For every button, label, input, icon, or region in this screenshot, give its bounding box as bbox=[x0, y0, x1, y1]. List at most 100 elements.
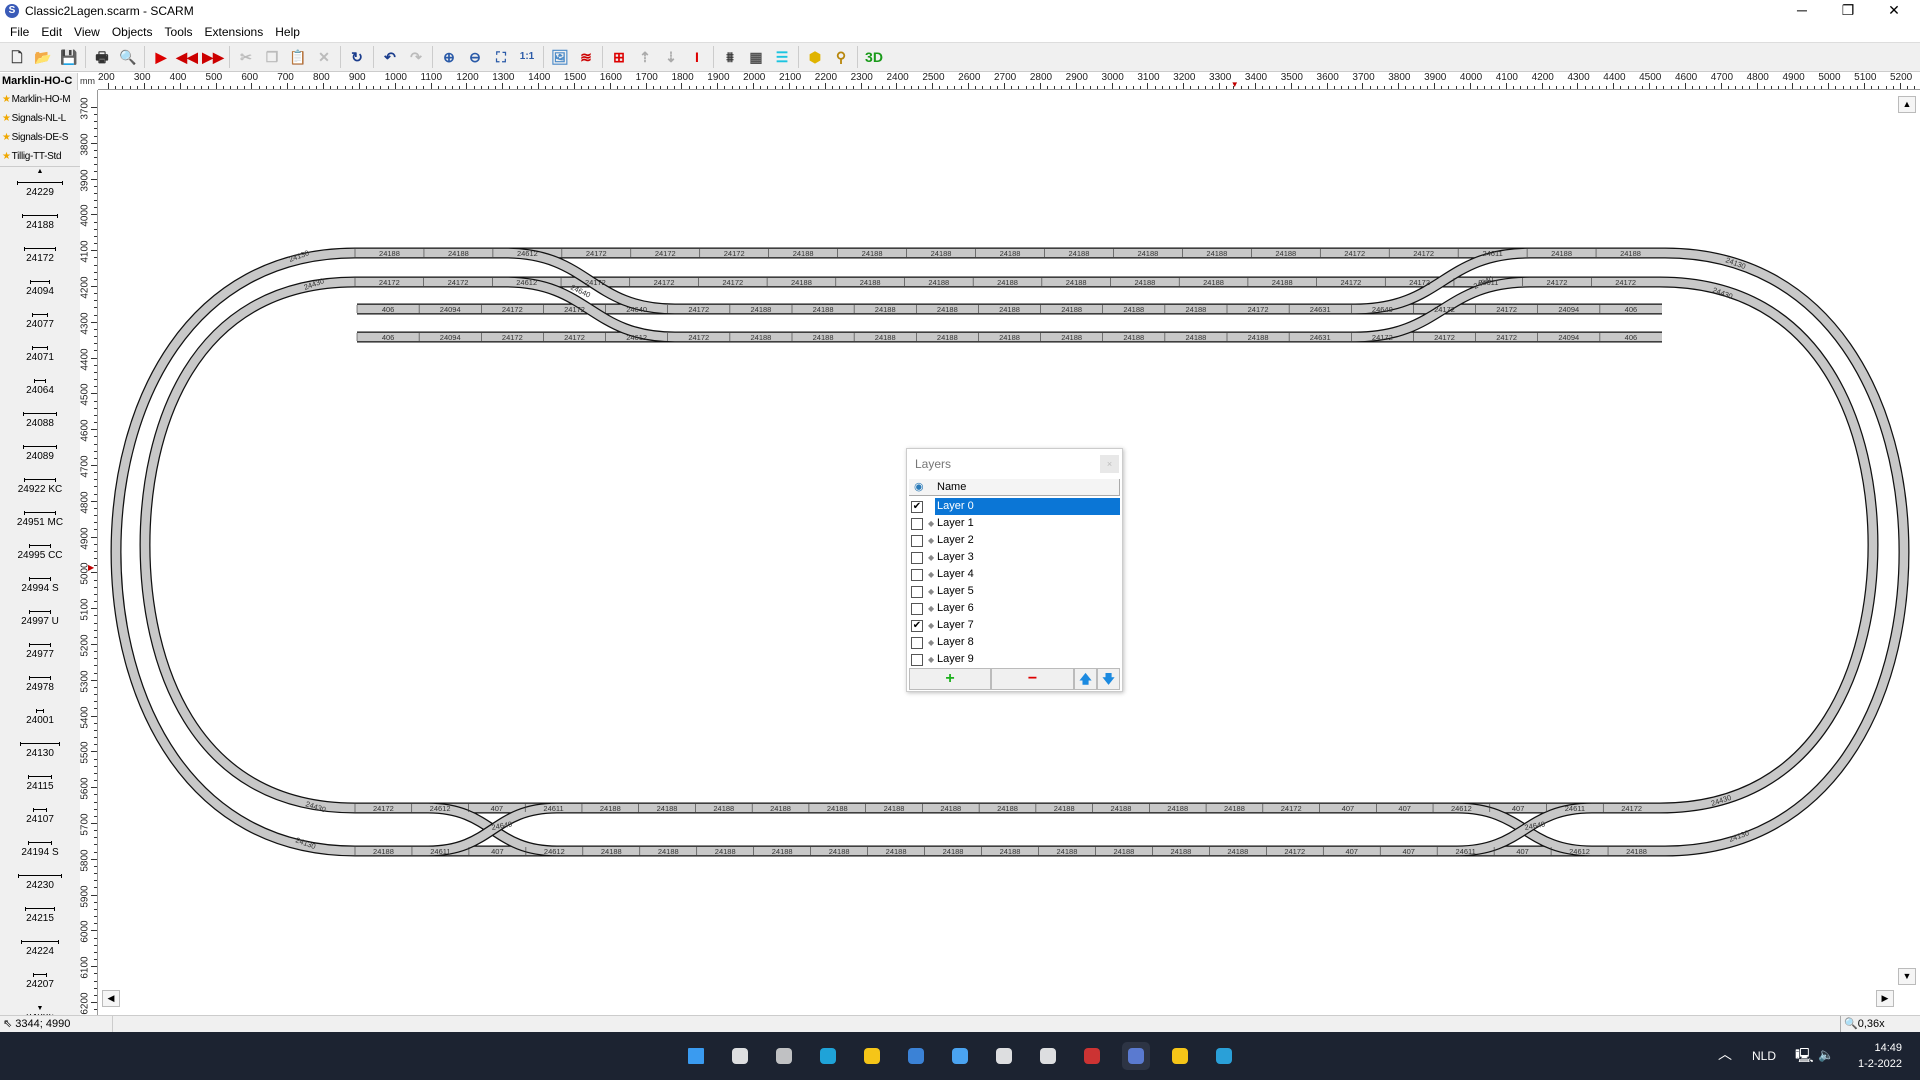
library-track-item[interactable]: 24994 S bbox=[0, 577, 80, 605]
library-track-item[interactable]: 24094 bbox=[0, 280, 80, 308]
layer-row[interactable]: ◆ Layer 3 bbox=[911, 549, 1120, 566]
library-select[interactable]: Marklin-HO-C ▼ bbox=[0, 73, 78, 103]
minimize-button[interactable]: ─ bbox=[1780, 0, 1824, 22]
library-track-item[interactable]: 24107 bbox=[0, 808, 80, 836]
tunnel-button[interactable]: ▦ bbox=[745, 46, 767, 68]
layer-visibility-checkbox[interactable] bbox=[911, 637, 923, 649]
library-track-item[interactable]: 24207 bbox=[0, 973, 80, 1001]
name-column-header[interactable]: Name bbox=[937, 479, 966, 496]
layer-row[interactable]: ◆ Layer 9 bbox=[911, 651, 1120, 668]
library-track-item[interactable]: 24077 bbox=[0, 313, 80, 341]
scroll-left-button[interactable]: ◀ bbox=[102, 990, 120, 1007]
background-image-button[interactable]: 🖼 bbox=[549, 46, 571, 68]
zoom-in-button[interactable]: ⊕ bbox=[438, 46, 460, 68]
rotate-button[interactable]: ↻ bbox=[346, 46, 368, 68]
favorite-library-item[interactable]: ★Tillig-TT-Std bbox=[0, 147, 80, 166]
library-track-item[interactable]: 24188 bbox=[0, 214, 80, 242]
rewind-button[interactable]: ◀◀ bbox=[176, 46, 198, 68]
library-track-item[interactable]: 24130 bbox=[0, 742, 80, 770]
add-layer-button[interactable]: + bbox=[909, 668, 991, 690]
layer-row[interactable]: ◆ Layer 6 bbox=[911, 600, 1120, 617]
favorite-library-item[interactable]: ★Signals-DE-S bbox=[0, 128, 80, 147]
height-up-button[interactable]: ⇡ bbox=[634, 46, 656, 68]
move-layer-up-button[interactable]: 🡅 bbox=[1074, 668, 1097, 690]
print-preview-button[interactable]: 🔍 bbox=[117, 46, 139, 68]
clock-time[interactable]: 14:49 bbox=[1852, 1041, 1902, 1055]
taskbar-search-button[interactable] bbox=[726, 1042, 754, 1070]
zoom-out-button[interactable]: ⊖ bbox=[464, 46, 486, 68]
taskbar-app-bolt-button[interactable] bbox=[1034, 1042, 1062, 1070]
paste-button[interactable]: 📋 bbox=[287, 46, 309, 68]
layers-close-button[interactable]: × bbox=[1100, 455, 1119, 473]
library-track-item[interactable]: 24229 bbox=[0, 181, 80, 209]
library-track-item[interactable]: 24088 bbox=[0, 412, 80, 440]
library-scroll-up-icon[interactable]: ▲ bbox=[0, 166, 80, 176]
layer-visibility-checkbox[interactable] bbox=[911, 603, 923, 615]
delete-button[interactable]: ✕ bbox=[313, 46, 335, 68]
fit-button[interactable]: ⛶ bbox=[490, 46, 512, 68]
taskbar-wdp-button[interactable] bbox=[1078, 1042, 1106, 1070]
print-button[interactable]: 🖶 bbox=[91, 46, 113, 68]
track-color-button[interactable]: ☰ bbox=[771, 46, 793, 68]
scroll-up-button[interactable]: ▲ bbox=[1898, 96, 1916, 113]
library-track-item[interactable]: 24978 bbox=[0, 676, 80, 704]
layer-row[interactable]: ◆ Layer 8 bbox=[911, 634, 1120, 651]
layer-visibility-checkbox[interactable]: ✔ bbox=[911, 620, 923, 632]
library-track-item[interactable]: 24089 bbox=[0, 445, 80, 473]
layers-button[interactable]: ≋ bbox=[575, 46, 597, 68]
library-scroll-down-icon[interactable]: ▼ bbox=[0, 1003, 80, 1014]
language-indicator[interactable]: NLD bbox=[1752, 1049, 1776, 1063]
library-track-item[interactable]: 24977 bbox=[0, 643, 80, 671]
taskbar-globe-button[interactable] bbox=[1210, 1042, 1238, 1070]
taskbar-mail-button[interactable] bbox=[946, 1042, 974, 1070]
favorite-library-item[interactable]: ★Signals-NL-L bbox=[0, 109, 80, 128]
move-layer-down-button[interactable]: 🡇 bbox=[1097, 668, 1120, 690]
library-track-item[interactable]: 24951 MC bbox=[0, 511, 80, 539]
forward-button[interactable]: ▶▶ bbox=[202, 46, 224, 68]
layer-row[interactable]: ✔ ◆ Layer 7 bbox=[911, 617, 1120, 634]
restore-button[interactable]: ❐ bbox=[1826, 0, 1870, 22]
library-track-item[interactable]: 24001 bbox=[0, 709, 80, 737]
library-track-item[interactable]: 24995 CC bbox=[0, 544, 80, 572]
library-track-item[interactable]: 24215 bbox=[0, 907, 80, 935]
remove-layer-button[interactable]: − bbox=[991, 668, 1074, 690]
taskbar-dropbox-button[interactable] bbox=[990, 1042, 1018, 1070]
layer-visibility-checkbox[interactable] bbox=[911, 654, 923, 666]
menu-help[interactable]: Help bbox=[269, 25, 306, 39]
library-track-item[interactable]: 24224 bbox=[0, 940, 80, 968]
library-track-item[interactable]: 24064 bbox=[0, 379, 80, 407]
taskbar-windows-start-button[interactable] bbox=[682, 1042, 710, 1070]
redo-button[interactable]: ↷ bbox=[405, 46, 427, 68]
layer-row[interactable]: ◆ Layer 4 bbox=[911, 566, 1120, 583]
volume-icon[interactable]: 🔈 bbox=[1818, 1048, 1834, 1062]
scroll-right-button[interactable]: ▶ bbox=[1876, 990, 1894, 1007]
taskbar-sticky-button[interactable] bbox=[1166, 1042, 1194, 1070]
library-track-item[interactable]: 24230 bbox=[0, 874, 80, 902]
menu-view[interactable]: View bbox=[68, 25, 106, 39]
taskbar-scarm-button[interactable] bbox=[1122, 1042, 1150, 1070]
menu-file[interactable]: File bbox=[4, 25, 35, 39]
menu-tools[interactable]: Tools bbox=[159, 25, 199, 39]
taskbar-edge-button[interactable] bbox=[814, 1042, 842, 1070]
height-down-button[interactable]: ⇣ bbox=[660, 46, 682, 68]
library-track-item[interactable]: 24922 KC bbox=[0, 478, 80, 506]
cut-button[interactable]: ✂ bbox=[235, 46, 257, 68]
play-button[interactable]: ▶ bbox=[150, 46, 172, 68]
close-button[interactable]: ✕ bbox=[1872, 0, 1916, 22]
layer-visibility-checkbox[interactable] bbox=[911, 535, 923, 547]
network-icon[interactable]: 🖳 bbox=[1795, 1048, 1814, 1062]
height-button[interactable]: ⊞ bbox=[608, 46, 630, 68]
tray-chevron-icon[interactable]: ︿ bbox=[1718, 1047, 1732, 1061]
library-track-item[interactable]: 24172 bbox=[0, 247, 80, 275]
favorite-library-item[interactable]: ★Marklin-HO-M bbox=[0, 90, 80, 109]
new-file-button[interactable]: 🗋 bbox=[6, 46, 28, 68]
layer-row[interactable]: ◆ Layer 5 bbox=[911, 583, 1120, 600]
taskbar-task-view-button[interactable] bbox=[770, 1042, 798, 1070]
rolling-stock-button[interactable]: ⬢ bbox=[804, 46, 826, 68]
layer-visibility-checkbox[interactable] bbox=[911, 518, 923, 530]
layer-visibility-checkbox[interactable] bbox=[911, 552, 923, 564]
layer-visibility-checkbox[interactable] bbox=[911, 586, 923, 598]
library-track-item[interactable]: 24997 U bbox=[0, 610, 80, 638]
menu-objects[interactable]: Objects bbox=[106, 25, 159, 39]
library-track-item[interactable]: 24115 bbox=[0, 775, 80, 803]
